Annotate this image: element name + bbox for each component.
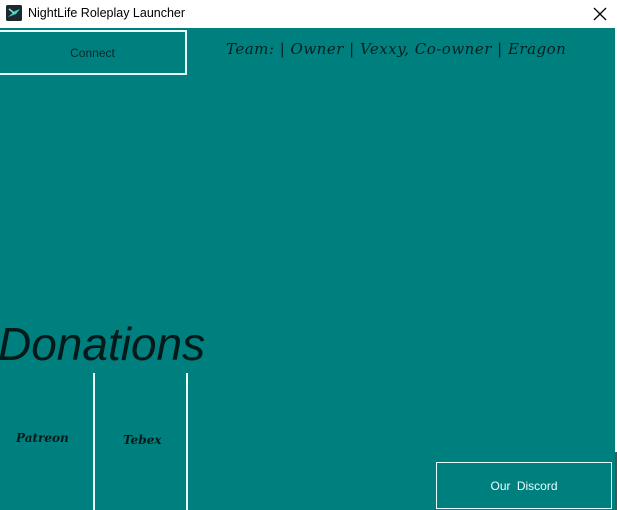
launcher-window: NightLife Roleplay Launcher Connect Team… bbox=[0, 0, 617, 510]
app-icon bbox=[6, 5, 22, 21]
divider bbox=[93, 373, 95, 510]
connect-button[interactable]: Connect bbox=[0, 30, 187, 75]
close-button[interactable] bbox=[583, 0, 617, 28]
launcher-body: Connect Team: | Owner | Vexxy, Co-owner … bbox=[0, 28, 615, 510]
tebex-link[interactable]: Tebex bbox=[123, 433, 161, 447]
close-icon[interactable] bbox=[593, 7, 607, 21]
patreon-link[interactable]: Patreon bbox=[16, 431, 69, 445]
divider bbox=[186, 373, 188, 510]
team-label: Team: | Owner | Vexxy, Co-owner | Eragon bbox=[226, 40, 567, 58]
donations-heading: Donations bbox=[0, 318, 206, 370]
window-title: NightLife Roleplay Launcher bbox=[28, 6, 186, 20]
title-bar: NightLife Roleplay Launcher bbox=[0, 0, 617, 28]
discord-button[interactable]: Our Discord bbox=[436, 462, 612, 509]
